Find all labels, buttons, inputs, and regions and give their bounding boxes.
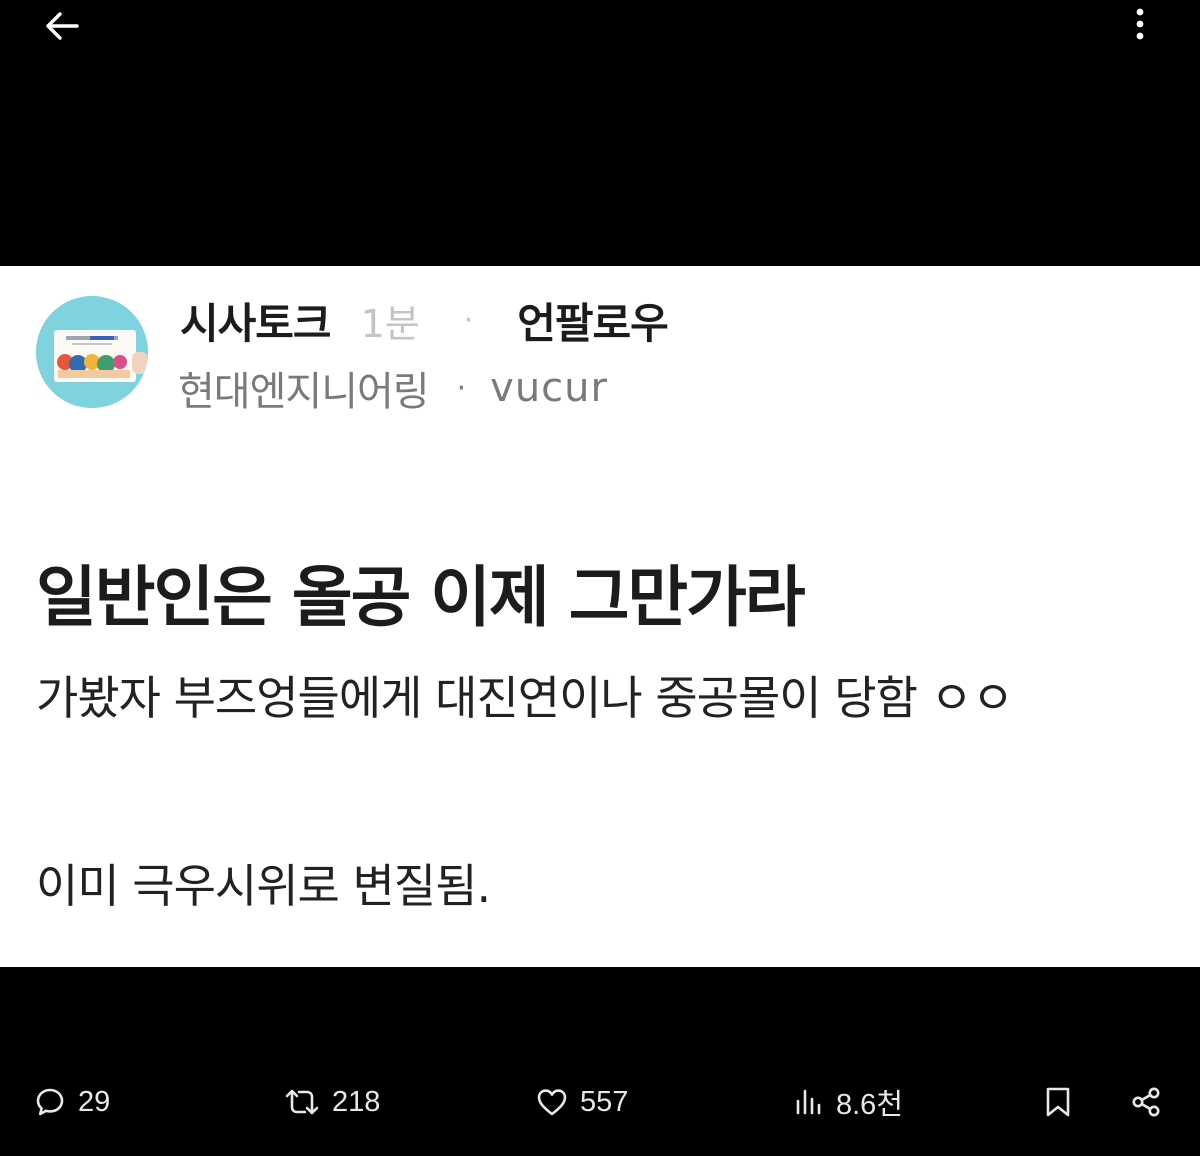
more-vertical-icon bbox=[1136, 8, 1144, 40]
back-button[interactable] bbox=[36, 6, 88, 46]
post-time: 1분 bbox=[360, 301, 420, 346]
post-body-line: 이미 극우시위로 변질됨. bbox=[36, 859, 491, 913]
action-bar: 29 218 557 8.6천 bbox=[0, 1070, 1200, 1134]
bookmark-button[interactable] bbox=[1044, 1070, 1072, 1134]
heart-icon bbox=[537, 1089, 567, 1116]
views-button[interactable]: 8.6천 bbox=[794, 1070, 903, 1134]
like-button[interactable]: 557 bbox=[536, 1070, 628, 1134]
board-avatar[interactable] bbox=[36, 296, 148, 408]
company-name[interactable]: 현대엔지니어링 bbox=[178, 359, 430, 417]
author-line: 시사토크 1분 · 언팔로우 bbox=[180, 290, 669, 351]
post-body: 가봤자 부즈엉들에게 대진연이나 중공몰이 당함 ㅇㅇ 이미 극우시위로 변질됨… bbox=[36, 666, 1186, 918]
author-meta: 현대엔지니어링 · vucur bbox=[178, 360, 608, 416]
share-icon bbox=[1132, 1087, 1160, 1117]
bar-chart-icon bbox=[796, 1089, 821, 1115]
separator-dot: · bbox=[463, 302, 474, 338]
arrow-left-icon bbox=[46, 12, 79, 40]
post-card: 시사토크 1분 · 언팔로우 현대엔지니어링 · vucur 일반인은 올공 이… bbox=[0, 266, 1200, 967]
post-title: 일반인은 올공 이제 그만가라 bbox=[36, 559, 806, 636]
bookmark-icon bbox=[1046, 1087, 1070, 1117]
reply-count: 29 bbox=[78, 1085, 111, 1118]
share-button[interactable] bbox=[1130, 1070, 1162, 1134]
repost-button[interactable]: 218 bbox=[284, 1070, 380, 1134]
repost-count: 218 bbox=[332, 1085, 381, 1118]
comment-icon bbox=[36, 1088, 64, 1116]
post-body-line: 가봤자 부즈엉들에게 대진연이나 중공몰이 당함 ㅇㅇ bbox=[36, 671, 1014, 725]
separator-dot: · bbox=[456, 370, 467, 406]
board-name[interactable]: 시사토크 bbox=[180, 290, 332, 351]
views-count: 8.6천 bbox=[836, 1089, 903, 1121]
repost-icon bbox=[285, 1089, 319, 1115]
username[interactable]: vucur bbox=[490, 365, 608, 411]
top-bar bbox=[0, 0, 1200, 266]
unfollow-button[interactable]: 언팔로우 bbox=[517, 290, 669, 351]
like-count: 557 bbox=[580, 1085, 629, 1118]
reply-button[interactable]: 29 bbox=[34, 1070, 110, 1134]
more-options-button[interactable] bbox=[1120, 4, 1160, 44]
board-avatar-image bbox=[36, 296, 148, 408]
